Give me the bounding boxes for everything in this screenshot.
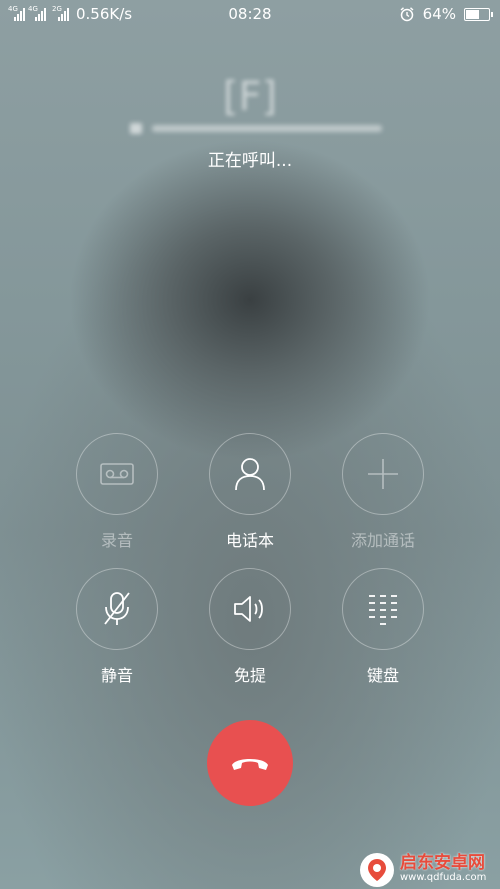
watermark-title: 启东安卓网 [400,853,485,874]
contact-detail-blurred [0,120,500,140]
contact-initial: [F] [222,74,278,120]
contacts-icon [235,458,265,491]
speaker-label: 免提 [233,666,266,685]
record-circle[interactable] [76,433,158,515]
contacts-button[interactable]: 电话本 [205,433,295,551]
add-call-button[interactable]: 添加通话 [338,433,428,551]
record-button[interactable]: 录音 [72,433,162,551]
mute-button[interactable]: 静音 [72,568,162,686]
keypad-button[interactable]: 键盘 [338,568,428,686]
record-label: 录音 [100,531,133,550]
speaker-circle[interactable] [209,568,291,650]
watermark-text: 启东安卓网 www.qdfuda.com [400,853,487,884]
hangup-button[interactable] [207,720,293,806]
watermark-logo-icon [360,852,394,887]
keypad-label: 键盘 [366,666,399,685]
add-call-icon [368,459,398,489]
mute-icon [104,592,130,625]
add-call-label: 添加通话 [350,531,415,550]
call-status: 正在呼叫... [207,151,293,171]
watermark: 启东安卓网 www.qdfuda.com [360,850,500,889]
battery-fill [466,9,479,19]
speaker-button[interactable]: 免提 [205,568,295,686]
mute-label: 静音 [100,666,133,685]
mute-circle[interactable] [76,568,158,650]
add-call-circle[interactable] [342,433,424,515]
record-icon [100,463,134,485]
speaker-icon [234,596,263,622]
keypad-icon [369,595,397,625]
status-right: 64% [399,5,493,23]
contacts-circle[interactable] [209,433,291,515]
battery-icon [464,7,493,21]
watermark-url: www.qdfuda.com [400,872,487,884]
hangup-icon [232,759,268,770]
blurred-text-icon [130,123,382,134]
keypad-circle[interactable] [342,568,424,650]
battery-percent: 64% [422,5,456,23]
status-bar: 4G 4G 2G 0.56K/s 08:28 64% [0,0,500,28]
alarm-icon [400,7,414,22]
contacts-label: 电话本 [225,531,274,550]
